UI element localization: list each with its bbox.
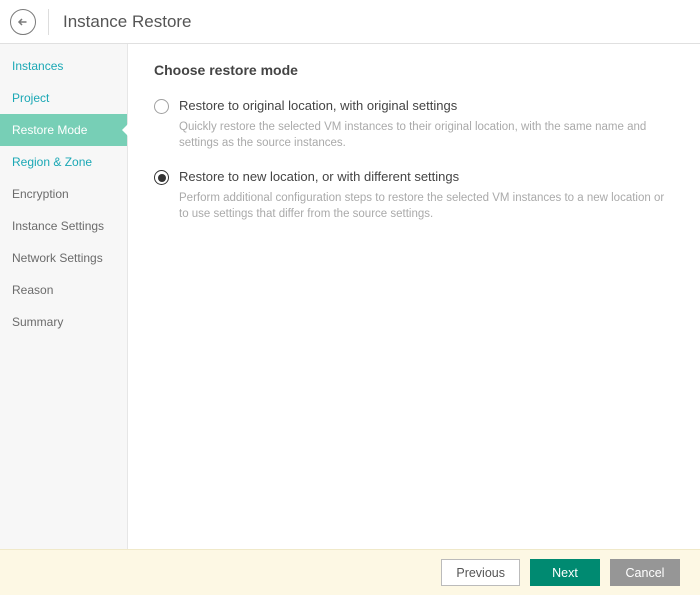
- body: Instances Project Restore Mode Region & …: [0, 44, 700, 549]
- radio-option-new-location[interactable]: Restore to new location, or with differe…: [154, 169, 676, 186]
- header-divider: [48, 9, 49, 35]
- sidebar-item-label: Reason: [12, 283, 53, 297]
- radio-label: Restore to new location, or with differe…: [179, 169, 459, 186]
- sidebar-item-reason[interactable]: Reason: [0, 274, 127, 306]
- sidebar: Instances Project Restore Mode Region & …: [0, 44, 128, 549]
- sidebar-item-instances[interactable]: Instances: [0, 50, 127, 82]
- sidebar-item-label: Instances: [12, 59, 63, 73]
- radio-description: Perform additional configuration steps t…: [179, 190, 676, 222]
- radio-icon: [154, 99, 169, 114]
- sidebar-item-summary[interactable]: Summary: [0, 306, 127, 338]
- page-title: Instance Restore: [63, 12, 192, 32]
- sidebar-item-label: Region & Zone: [12, 155, 92, 169]
- arrow-left-icon: [17, 16, 29, 28]
- radio-icon: [154, 170, 169, 185]
- sidebar-item-label: Instance Settings: [12, 219, 104, 233]
- previous-button[interactable]: Previous: [441, 559, 520, 586]
- main-title: Choose restore mode: [154, 62, 676, 78]
- restore-mode-radio-group: Restore to original location, with origi…: [154, 98, 676, 222]
- sidebar-item-instance-settings[interactable]: Instance Settings: [0, 210, 127, 242]
- radio-option-original-location[interactable]: Restore to original location, with origi…: [154, 98, 676, 115]
- sidebar-item-label: Encryption: [12, 187, 69, 201]
- sidebar-item-network-settings[interactable]: Network Settings: [0, 242, 127, 274]
- cancel-button[interactable]: Cancel: [610, 559, 680, 586]
- main-panel: Choose restore mode Restore to original …: [128, 44, 700, 549]
- header: Instance Restore: [0, 0, 700, 44]
- sidebar-item-label: Project: [12, 91, 49, 105]
- sidebar-item-label: Network Settings: [12, 251, 103, 265]
- radio-label: Restore to original location, with origi…: [179, 98, 457, 115]
- next-button[interactable]: Next: [530, 559, 600, 586]
- back-button[interactable]: [10, 9, 36, 35]
- sidebar-item-encryption[interactable]: Encryption: [0, 178, 127, 210]
- footer: Previous Next Cancel: [0, 549, 700, 595]
- sidebar-item-restore-mode[interactable]: Restore Mode: [0, 114, 127, 146]
- radio-description: Quickly restore the selected VM instance…: [179, 119, 676, 151]
- sidebar-item-label: Restore Mode: [12, 123, 87, 137]
- sidebar-item-project[interactable]: Project: [0, 82, 127, 114]
- sidebar-item-label: Summary: [12, 315, 63, 329]
- sidebar-item-region-zone[interactable]: Region & Zone: [0, 146, 127, 178]
